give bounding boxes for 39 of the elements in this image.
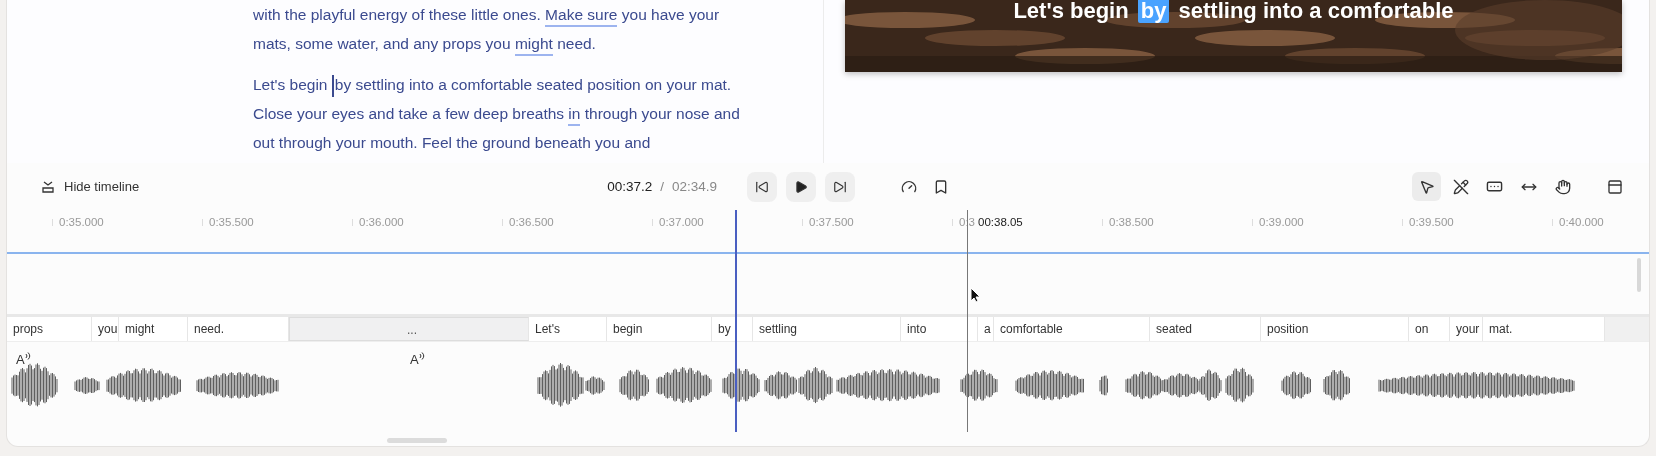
panel-icon [1607,178,1623,195]
transcript-paragraph: Let's begin by settling into a comfortable seated position on your mat. Close your eyes and take a few deep breaths in through your nose and out through your mouth. Feel the ground beneath you and [253,73,741,153]
skip-forward-icon [833,179,848,194]
next-button[interactable] [825,171,856,202]
scrollbar[interactable] [1637,258,1641,292]
ruler-label: 0:37.000 [659,216,704,228]
voice-label[interactable]: A [410,352,419,367]
play-button[interactable] [786,171,817,202]
hover-time: 00:38.05 [976,216,1025,228]
transcript-paragraph: with the playful energy of these little ones. Make sure you have your mats, some water, and any props you might need. [253,0,748,58]
hand-icon [1554,178,1571,195]
video-caption: Let's begin by settling into a comfortable [1012,0,1455,24]
tray-down-icon [41,179,55,194]
ruler-label: 0:36.500 [509,216,554,228]
current-time: 00:37.2 [607,179,653,194]
ruler-label: 0:38.500 [1109,216,1154,228]
ruler-label: 0:35.000 [59,216,104,228]
total-time: 02:34.9 [671,179,717,194]
tool-button[interactable] [1412,172,1441,201]
time-separator: / [660,179,664,194]
pointer-icon [1418,178,1435,195]
cursor-icon [970,287,981,303]
play-icon [794,179,809,194]
ruler-label: 0:39.000 [1259,216,1304,228]
skip-back-icon [755,179,770,194]
hide-timeline-button[interactable]: Hide timeline [37,175,144,198]
previous-button[interactable] [747,171,778,202]
ruler-label: 0:35.500 [209,216,254,228]
ruler-label: 0:40.000 [1559,216,1604,228]
sound-icon [24,352,32,360]
ruler-label: 0:39.500 [1409,216,1454,228]
gauge-icon [901,178,918,195]
gap-segment[interactable]: ... [289,317,529,341]
sound-icon [418,352,426,360]
scrollbar[interactable] [387,438,447,443]
ruler-label: 0:37.500 [809,216,854,228]
pen-slash-icon [1452,178,1469,195]
voice-label[interactable]: A [16,352,25,367]
ruler-label: 0:36.000 [359,216,404,228]
